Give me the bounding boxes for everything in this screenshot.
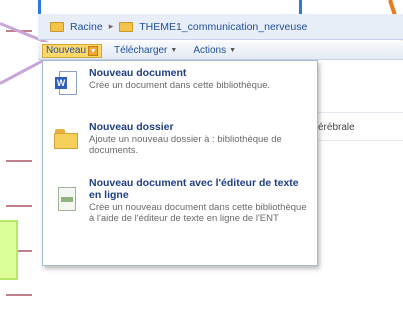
actions-menu-button[interactable]: Actions ▼ (189, 45, 240, 56)
word-document-icon: W (55, 71, 77, 97)
annotation-highlight-box (0, 220, 18, 280)
document-list-partial-text: érébrale (318, 122, 355, 133)
folder-icon (54, 129, 78, 149)
menu-item-description: Crée un nouveau document dans cette bibl… (89, 202, 307, 224)
new-menu-label: Nouveau (46, 45, 87, 56)
online-editor-icon (56, 187, 76, 213)
menu-item-new-document[interactable]: W Nouveau document Crée un document dans… (43, 67, 317, 97)
menu-item-description: Ajoute un nouveau dossier à : bibliothèq… (89, 134, 282, 156)
chevron-down-icon: ▼ (88, 45, 99, 56)
menu-item-title: Nouveau document (89, 67, 187, 79)
chevron-down-icon: ▼ (170, 47, 178, 54)
breadcrumb-separator: ▸ (108, 21, 114, 31)
chevron-down-icon: ▼ (229, 47, 237, 54)
breadcrumb-current-folder[interactable]: THEME1_communication_nerveuse (139, 21, 307, 33)
new-menu-button[interactable]: Nouveau ▼ (42, 43, 103, 58)
menu-item-new-online-document[interactable]: Nouveau document avec l'éditeur de texte… (43, 177, 317, 224)
download-menu-button[interactable]: Télécharger ▼ (110, 45, 181, 56)
gutter-divider (6, 160, 32, 162)
menu-item-title: Nouveau document avec l'éditeur de texte… (89, 177, 299, 201)
menu-item-description: Crée un document dans cette bibliothèque… (89, 80, 271, 91)
folder-icon (119, 21, 134, 32)
list-divider (318, 140, 403, 141)
library-toolbar: Nouveau ▼ Télécharger ▼ Actions ▼ (38, 42, 403, 60)
menu-item-title: Nouveau dossier (89, 121, 174, 133)
menu-item-new-folder[interactable]: Nouveau dossier Ajoute un nouveau dossie… (43, 121, 317, 156)
list-divider (318, 112, 403, 113)
breadcrumb: Racine ▸ THEME1_communication_nerveuse (38, 14, 403, 40)
download-menu-label: Télécharger (114, 45, 168, 56)
new-dropdown-menu: W Nouveau document Crée un document dans… (42, 60, 318, 266)
gutter-divider (6, 205, 32, 207)
folder-icon (50, 21, 64, 32)
gutter-divider (6, 294, 32, 296)
actions-menu-label: Actions (193, 45, 227, 56)
breadcrumb-root[interactable]: Racine (70, 21, 103, 33)
